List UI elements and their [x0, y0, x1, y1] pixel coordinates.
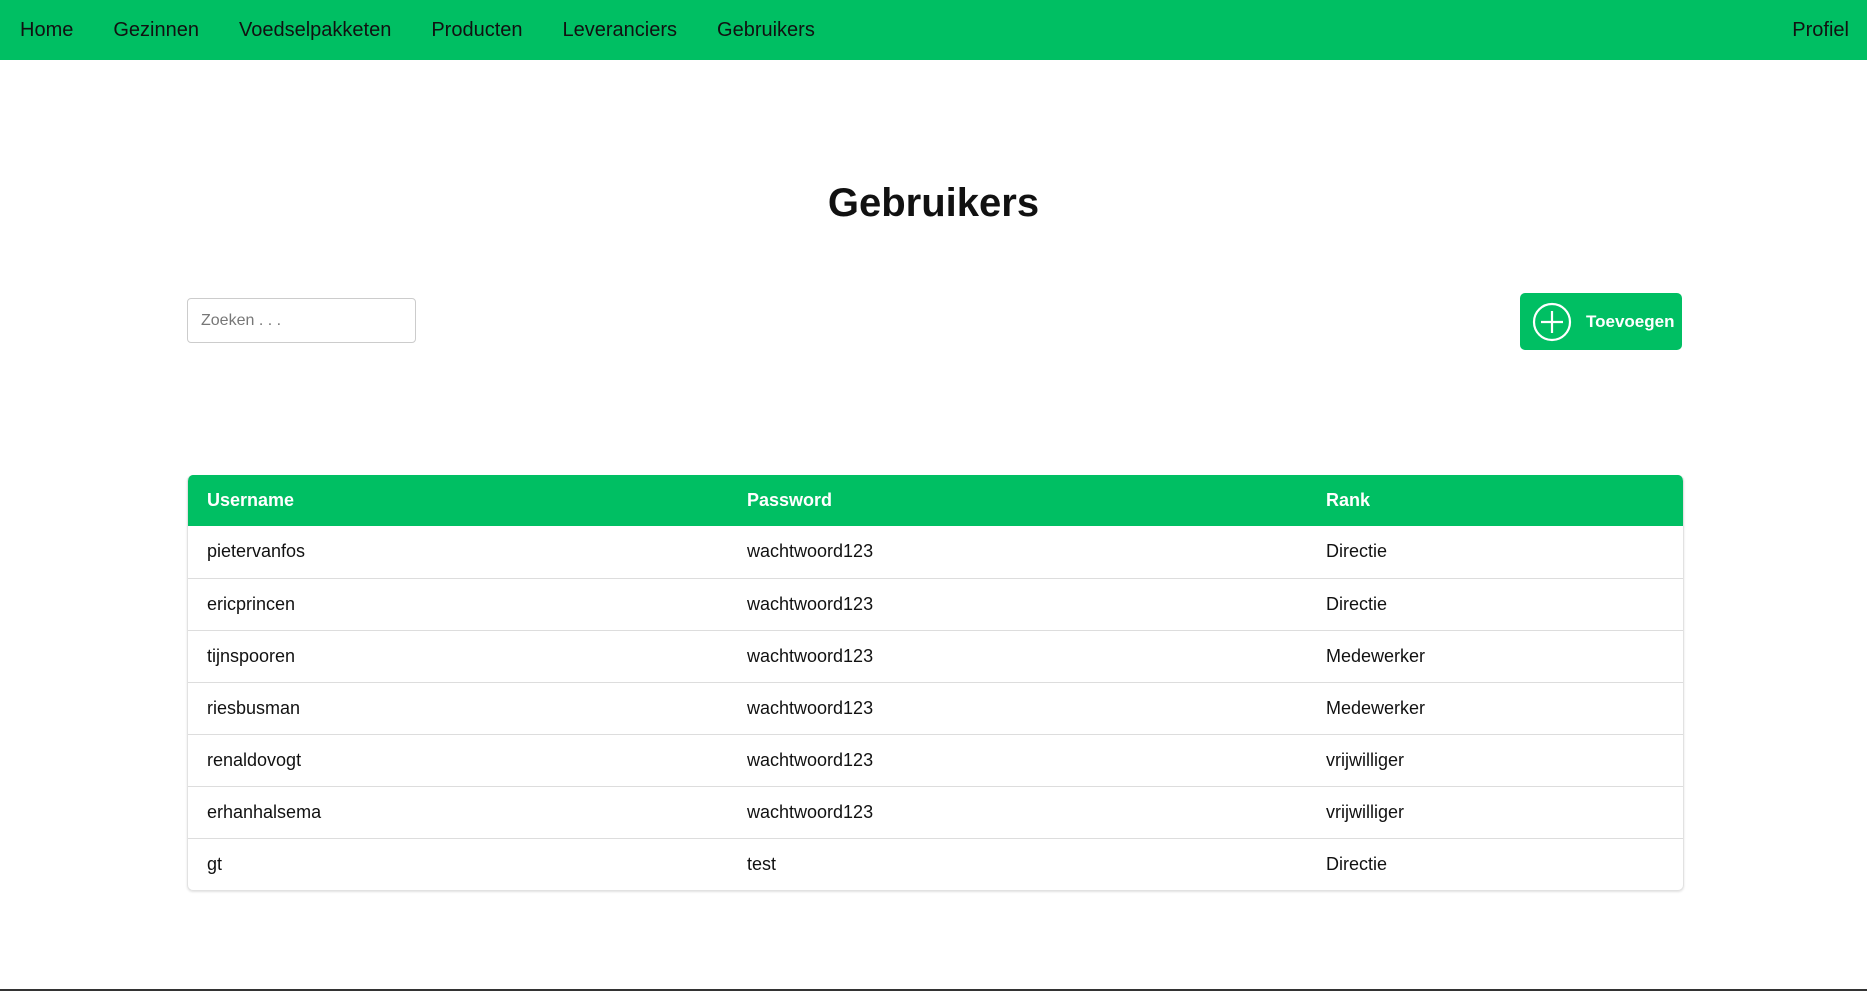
cell-password: wachtwoord123	[747, 645, 874, 666]
nav-item-leveranciers[interactable]: Leveranciers	[543, 0, 698, 60]
column-header-password: Password	[747, 490, 833, 510]
table-row[interactable]: ericprincen wachtwoord123 Directie	[188, 578, 1683, 630]
nav-item-profiel[interactable]: Profiel	[1792, 19, 1867, 42]
cell-rank: Directie	[1326, 853, 1388, 874]
search-input[interactable]	[187, 298, 416, 343]
add-button-label: Toevoegen	[1586, 311, 1675, 331]
plus-circle-icon	[1532, 302, 1572, 342]
nav-item-gebruikers[interactable]: Gebruikers	[697, 0, 835, 60]
cell-rank: Directie	[1326, 593, 1388, 614]
column-header-rank: Rank	[1326, 490, 1371, 510]
cell-username: riesbusman	[207, 697, 301, 718]
add-user-button[interactable]: Toevoegen	[1520, 293, 1682, 350]
page-title: Gebruikers	[827, 181, 1040, 225]
table-row[interactable]: tijnspooren wachtwoord123 Medewerker	[188, 630, 1683, 682]
cell-password: test	[747, 853, 777, 874]
cell-rank: vrijwilliger	[1326, 801, 1405, 822]
cell-username: gt	[207, 853, 223, 874]
cell-password: wachtwoord123	[747, 801, 874, 822]
cell-rank: vrijwilliger	[1326, 749, 1405, 770]
cell-rank: Directie	[1326, 541, 1388, 562]
table-row[interactable]: renaldovogt wachtwoord123 vrijwilliger	[188, 734, 1683, 786]
cell-rank: Medewerker	[1326, 645, 1426, 666]
cell-username: renaldovogt	[207, 749, 302, 770]
cell-username: ericprincen	[207, 593, 296, 614]
nav-links: Home Gezinnen Voedselpakketen Producten …	[0, 0, 835, 60]
table-row[interactable]: riesbusman wachtwoord123 Medewerker	[188, 682, 1683, 734]
table-header-row: Username Password Rank	[188, 475, 1683, 526]
nav-item-producten[interactable]: Producten	[411, 0, 542, 60]
cell-password: wachtwoord123	[747, 749, 874, 770]
nav-item-home[interactable]: Home	[0, 0, 93, 60]
cell-password: wachtwoord123	[747, 541, 874, 562]
nav-item-voedselpakketen[interactable]: Voedselpakketen	[219, 0, 411, 60]
cell-password: wachtwoord123	[747, 697, 874, 718]
table-row[interactable]: gt test Directie	[188, 838, 1683, 890]
users-table: Username Password Rank pietervanfos wach…	[187, 475, 1684, 891]
nav-item-gezinnen[interactable]: Gezinnen	[93, 0, 219, 60]
cell-password: wachtwoord123	[747, 593, 874, 614]
cell-username: erhanhalsema	[207, 801, 322, 822]
top-navbar: Home Gezinnen Voedselpakketen Producten …	[0, 0, 1867, 60]
cell-username: pietervanfos	[207, 541, 306, 562]
cell-rank: Medewerker	[1326, 697, 1426, 718]
cell-username: tijnspooren	[207, 645, 296, 666]
column-header-username: Username	[207, 490, 295, 510]
table-row[interactable]: erhanhalsema wachtwoord123 vrijwilliger	[188, 786, 1683, 838]
table-row[interactable]: pietervanfos wachtwoord123 Directie	[188, 526, 1683, 578]
